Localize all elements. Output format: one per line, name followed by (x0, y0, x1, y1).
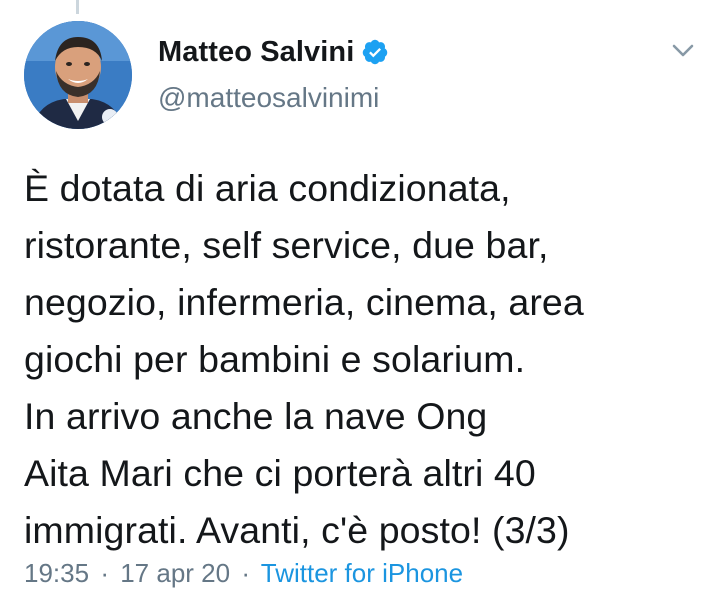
avatar[interactable] (24, 21, 132, 129)
tweet-time[interactable]: 19:35 (24, 558, 89, 588)
tweet-header: Matteo Salvini @matteosalvinimi (158, 32, 389, 114)
tweet-meta: 19:35 · 17 apr 20 · Twitter for iPhone (24, 558, 463, 589)
tweet-date[interactable]: 17 apr 20 (120, 558, 230, 588)
tweet-card: Matteo Salvini @matteosalvinimi È dotata… (0, 0, 720, 613)
profile-photo-icon (24, 21, 132, 129)
tweet-text: È dotata di aria condizionata, ristorant… (24, 167, 584, 551)
name-row: Matteo Salvini (158, 32, 389, 72)
tweet-source-link[interactable]: Twitter for iPhone (261, 558, 463, 588)
chevron-down-icon[interactable] (668, 38, 698, 62)
user-handle[interactable]: @matteosalvinimi (158, 82, 389, 114)
meta-separator: · (241, 558, 250, 588)
meta-separator: · (100, 558, 109, 588)
display-name[interactable]: Matteo Salvini (158, 36, 354, 69)
thread-connector-line (76, 0, 79, 14)
verified-badge-icon (361, 38, 389, 66)
